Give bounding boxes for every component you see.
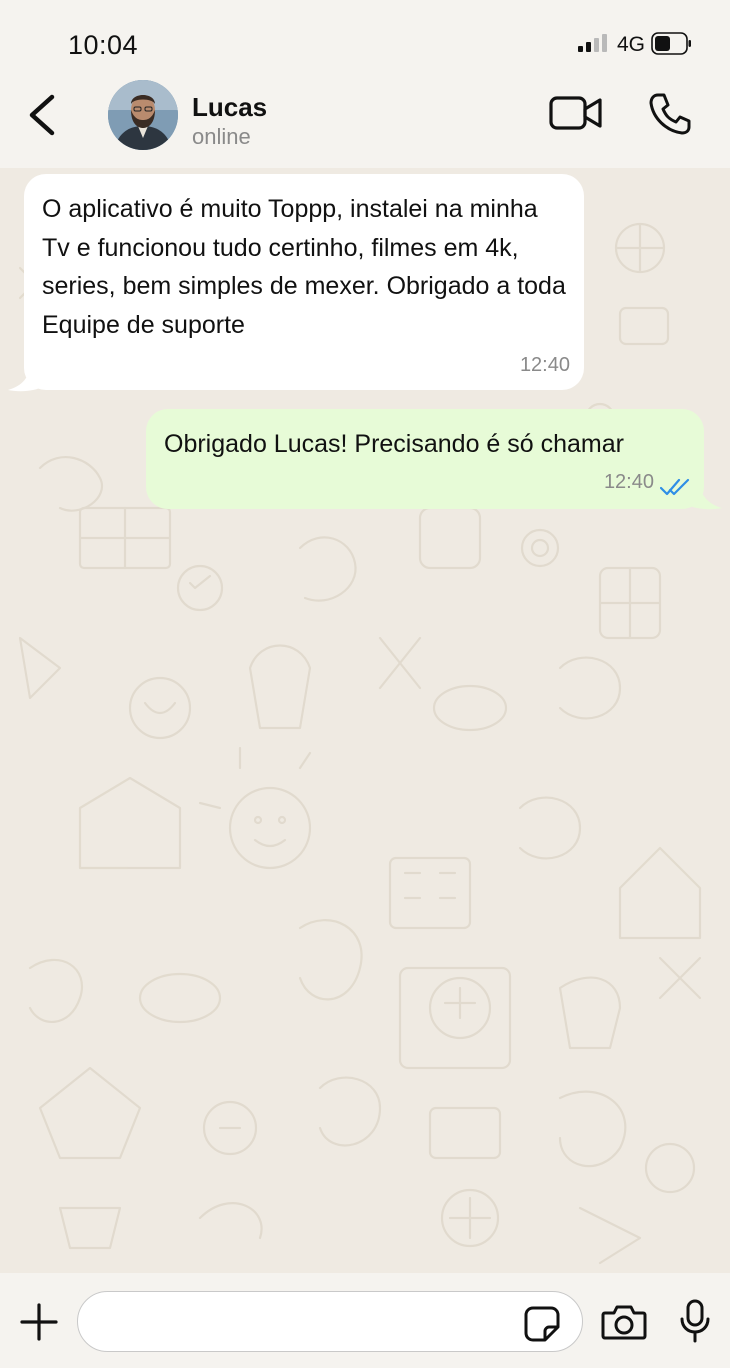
video-camera-icon[interactable] (549, 94, 603, 132)
plus-icon[interactable] (20, 1303, 58, 1341)
sticker-icon[interactable] (523, 1305, 561, 1343)
contact-status: online (192, 124, 251, 149)
chevron-left-icon[interactable] (24, 92, 60, 138)
incoming-message-time: 12:40 (519, 353, 570, 376)
contact-name[interactable]: Lucas (192, 92, 267, 123)
signal-strength-icon (578, 34, 607, 52)
message-input[interactable] (77, 1291, 583, 1352)
chat-header: Lucas online (0, 80, 730, 168)
double-check-read-icon (660, 478, 690, 496)
phone-icon[interactable] (648, 92, 692, 136)
outgoing-message-time: 12:40 (603, 470, 654, 493)
incoming-message-bubble[interactable]: O aplicativo é muito Toppp, instalei na … (24, 174, 584, 390)
status-bar: 10:04 4G (0, 0, 730, 80)
chat-area[interactable]: O aplicativo é muito Toppp, instalei na … (0, 168, 730, 1273)
avatar[interactable] (108, 80, 178, 150)
status-time: 10:04 (68, 30, 139, 60)
message-composer (0, 1273, 730, 1368)
battery-icon (651, 32, 691, 55)
network-type: 4G (617, 33, 646, 56)
incoming-message-text: O aplicativo é muito Toppp, instalei na … (42, 195, 566, 339)
outgoing-message-text: Obrigado Lucas! Precisando é só chamar (164, 430, 624, 458)
outgoing-message-bubble[interactable]: Obrigado Lucas! Precisando é só chamar 1… (146, 409, 704, 509)
microphone-icon[interactable] (679, 1299, 711, 1343)
camera-icon[interactable] (601, 1303, 647, 1341)
